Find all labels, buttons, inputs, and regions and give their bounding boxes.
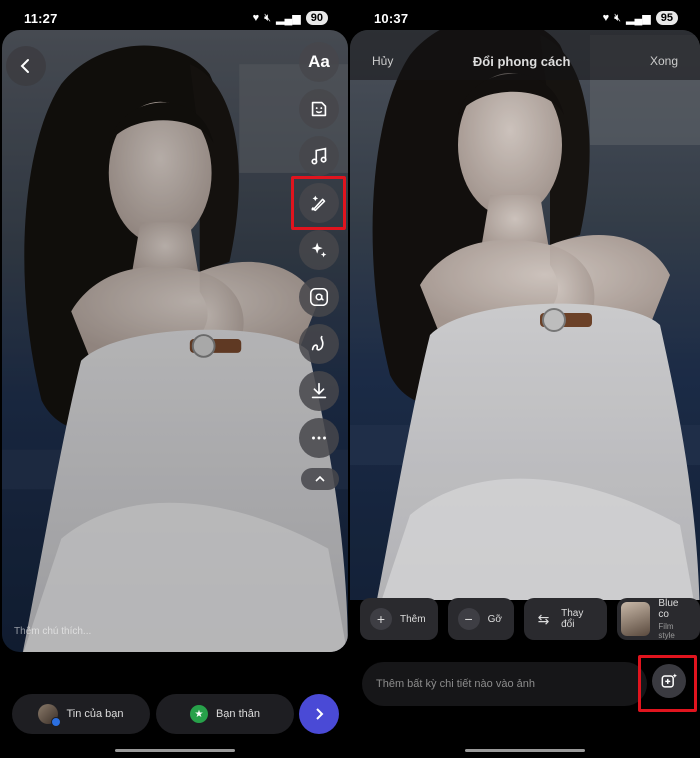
restyle-header: Hủy Đổi phong cách Xong	[350, 36, 700, 86]
avatar	[38, 704, 62, 727]
restyle-button[interactable]	[299, 183, 339, 223]
add-chip[interactable]: + Thêm	[360, 598, 438, 640]
status-bar: 11:27 ♥ 🔇︎ ▂▄▆ 90	[0, 0, 350, 36]
more-icon	[312, 436, 326, 440]
more-button[interactable]	[299, 418, 339, 458]
star-icon: ★	[189, 705, 208, 723]
generate-button[interactable]	[652, 664, 686, 698]
add-image-sparkle-icon	[661, 673, 677, 688]
sticker-icon	[311, 101, 327, 117]
sparkles-icon	[311, 242, 327, 258]
status-time: 11:27	[24, 10, 58, 26]
download-icon	[311, 382, 327, 399]
home-indicator	[115, 749, 235, 752]
send-button[interactable]	[299, 694, 339, 734]
back-button[interactable]	[6, 46, 46, 86]
draw-button[interactable]	[299, 324, 339, 364]
style-chip-label: Blue co	[658, 598, 679, 620]
swap-icon: ⇆	[537, 610, 550, 627]
plus-icon: +	[370, 608, 392, 630]
chevron-right-icon	[316, 708, 324, 720]
signal-icon: ▂▄▆	[626, 12, 651, 25]
style-chip[interactable]: Blue co Film style	[616, 598, 700, 640]
heart-icon: ♥	[602, 12, 610, 24]
style-chip-sub: Film style	[658, 622, 675, 640]
heart-icon: ♥	[252, 12, 260, 24]
change-chip-label: Thay đổi	[561, 608, 584, 630]
restyle-photo	[350, 30, 700, 600]
chevron-left-icon	[20, 59, 29, 73]
mention-icon	[309, 287, 329, 307]
mention-button[interactable]	[299, 277, 339, 317]
prompt-input[interactable]: Thêm bất kỳ chi tiết nào vào ảnh	[362, 662, 647, 706]
battery-level: 90	[305, 11, 328, 25]
music-button[interactable]	[299, 136, 339, 176]
your-story-label: Tin của bạn	[66, 708, 124, 720]
your-story-button[interactable]: Tin của bạn	[12, 694, 150, 734]
caption-placeholder[interactable]: Thêm chú thích...	[14, 626, 91, 637]
home-indicator	[465, 749, 585, 752]
minus-icon: −	[457, 608, 480, 630]
signal-icon: ▂▄▆	[276, 12, 301, 25]
brush-sparkle-icon	[311, 195, 326, 212]
battery-level: 95	[655, 11, 678, 25]
draw-icon	[311, 335, 324, 351]
page-title: Đổi phong cách	[472, 53, 571, 69]
restyle-panel: 10:37 ♥ 🔇︎ ▂▄▆ 95 Hủy Đổi phong cách Xon…	[350, 0, 700, 758]
story-editor-panel: 11:27 ♥ 🔇︎ ▂▄▆ 90 Aa Thêm chú thích... T…	[0, 0, 350, 758]
add-chip-label: Thêm	[400, 613, 426, 625]
edit-chips: + Thêm − Gỡ ⇆ Thay đổi Blue co Film styl…	[360, 598, 700, 642]
facebook-badge-icon	[51, 717, 62, 727]
download-button[interactable]	[299, 371, 339, 411]
music-icon	[311, 147, 327, 165]
text-tool-label: Aa	[308, 52, 330, 71]
mute-icon: 🔇︎	[614, 11, 622, 24]
done-button[interactable]: Xong	[650, 54, 678, 68]
effects-button[interactable]	[299, 230, 339, 270]
text-tool-button[interactable]: Aa	[299, 42, 339, 82]
story-photo	[2, 30, 348, 652]
chevron-up-icon	[315, 475, 325, 482]
mute-icon: 🔇︎	[264, 11, 272, 24]
collapse-tools-button[interactable]	[301, 468, 339, 490]
status-time: 10:37	[374, 10, 409, 26]
share-bar: Tin của bạn ★ Bạn thân	[0, 694, 350, 740]
sticker-button[interactable]	[299, 89, 339, 129]
close-friends-label: Bạn thân	[215, 708, 261, 720]
close-friends-button[interactable]: ★ Bạn thân	[156, 694, 294, 734]
remove-chip[interactable]: − Gỡ	[447, 598, 514, 640]
change-chip[interactable]: ⇆ Thay đổi	[523, 598, 607, 640]
style-thumbnail	[620, 602, 651, 636]
cancel-button[interactable]: Hủy	[372, 54, 393, 68]
remove-chip-label: Gỡ	[487, 613, 502, 625]
